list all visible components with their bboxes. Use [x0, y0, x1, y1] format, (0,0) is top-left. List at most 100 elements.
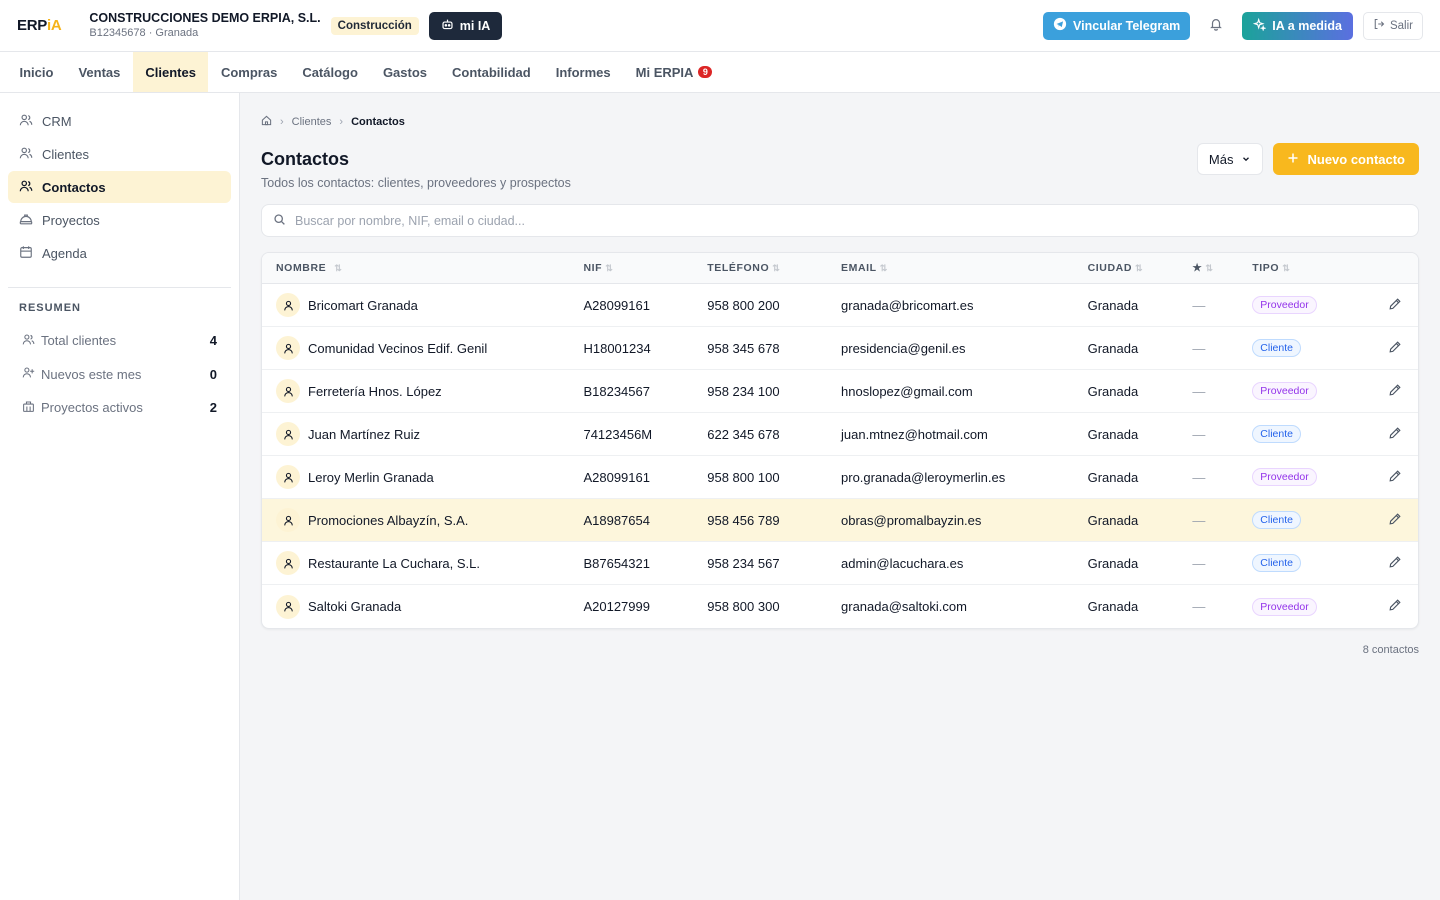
contact-name[interactable]: Ferretería Hnos. López: [308, 384, 442, 399]
plus-icon: [1287, 152, 1299, 167]
tab-contabilidad[interactable]: Contabilidad: [440, 52, 544, 92]
contact-name[interactable]: Juan Martínez Ruiz: [308, 427, 420, 442]
contact-name[interactable]: Promociones Albayzín, S.A.: [308, 513, 468, 528]
edit-button[interactable]: [1372, 426, 1418, 443]
cell-name: Comunidad Vecinos Edif. Genil: [262, 336, 583, 360]
cell-star[interactable]: —: [1192, 599, 1252, 614]
top-header: ERPiA CONSTRUCCIONES DEMO ERPIA, S.L. B1…: [0, 0, 1440, 52]
edit-button[interactable]: [1372, 469, 1418, 486]
contact-name[interactable]: Restaurante La Cuchara, S.L.: [308, 556, 480, 571]
cell-city: Granada: [1087, 555, 1139, 571]
ia-medida-button[interactable]: IA a medida: [1242, 11, 1353, 40]
table-row[interactable]: Restaurante La Cuchara, S.L. B87654321 958…: [262, 542, 1418, 585]
column-header-nif[interactable]: NIF ⇅: [583, 262, 707, 274]
table-row[interactable]: Promociones Albayzín, S.A. A18987654 958 4…: [262, 499, 1418, 542]
tab-catalogo[interactable]: Catálogo: [290, 52, 371, 92]
cell-email: obras@promalbayzin.es: [841, 512, 982, 528]
table-row[interactable]: Ferretería Hnos. López B18234567 958 234 1…: [262, 370, 1418, 413]
edit-button[interactable]: [1372, 383, 1418, 400]
table-row[interactable]: Bricomart Granada A28099161 958 800 200 gra…: [262, 284, 1418, 327]
table-row[interactable]: Leroy Merlin Granada A28099161 958 800 100…: [262, 456, 1418, 499]
edit-button[interactable]: [1372, 340, 1418, 357]
sidebar-divider: [8, 287, 231, 288]
cell-email: juan.mtnez@hotmail.com: [841, 426, 988, 442]
contact-name[interactable]: Bricomart Granada: [308, 298, 418, 313]
table-row[interactable]: Saltoki Granada A20127999 958 800 300 grana…: [262, 585, 1418, 628]
stat-value: 2: [209, 400, 217, 416]
cell-star[interactable]: —: [1192, 513, 1252, 528]
contact-name[interactable]: Leroy Merlin Granada: [308, 470, 434, 485]
type-badge: Cliente: [1252, 339, 1301, 357]
sidebar-item-contactos[interactable]: Contactos: [8, 171, 231, 203]
home-icon[interactable]: [261, 115, 272, 129]
tab-informes[interactable]: Informes: [543, 52, 623, 92]
type-badge: Proveedor: [1252, 597, 1317, 616]
cell-nif: 74123456M: [583, 426, 653, 442]
tab-mi-erpia-label: Mi ERPIA: [635, 64, 694, 80]
users-icon: [19, 179, 33, 196]
more-button[interactable]: Más: [1196, 143, 1264, 175]
edit-button[interactable]: [1372, 598, 1418, 615]
cell-star[interactable]: —: [1192, 298, 1252, 313]
logout-icon: [1373, 18, 1385, 33]
sidebar-item-proyectos[interactable]: Proyectos: [8, 204, 231, 236]
cell-star[interactable]: —: [1192, 384, 1252, 399]
main-nav: Inicio Ventas Clientes Compras Catálogo …: [0, 52, 1440, 93]
sidebar-item-agenda[interactable]: Agenda: [8, 237, 231, 269]
cell-type: Cliente: [1252, 425, 1372, 443]
pencil-icon: [1388, 383, 1402, 400]
column-header-phone[interactable]: TELÉFONO ⇅: [707, 262, 841, 274]
breadcrumb-parent[interactable]: Clientes: [292, 116, 332, 128]
stat-label: Proyectos activos: [41, 400, 143, 416]
tab-clientes[interactable]: Clientes: [132, 52, 209, 92]
cell-star[interactable]: —: [1192, 427, 1252, 442]
person-icon: [276, 422, 300, 446]
notifications-button[interactable]: [1200, 12, 1232, 40]
cell-email: granada@saltoki.com: [841, 599, 967, 614]
column-header-star[interactable]: ★ ⇅: [1192, 262, 1252, 274]
app-logo[interactable]: ERPiA: [17, 17, 62, 34]
chevron-right-icon: ›: [339, 116, 344, 128]
cell-city: Granada: [1087, 599, 1139, 614]
sidebar-item-crm[interactable]: CRM: [8, 105, 231, 137]
cell-city: Granada: [1087, 426, 1139, 442]
type-badge: Cliente: [1252, 554, 1301, 572]
table-row[interactable]: Comunidad Vecinos Edif. Genil H18001234 95…: [262, 327, 1418, 370]
stat-label: Total clientes: [41, 333, 117, 349]
cell-phone: 958 234 567: [707, 555, 780, 571]
sidebar-item-label: Clientes: [42, 146, 89, 162]
contact-name[interactable]: Comunidad Vecinos Edif. Genil: [308, 341, 487, 356]
edit-button[interactable]: [1372, 512, 1418, 529]
telegram-button[interactable]: Vincular Telegram: [1043, 11, 1191, 40]
cell-phone: 958 234 100: [707, 383, 780, 399]
person-icon: [276, 379, 300, 403]
column-header-email[interactable]: EMAIL ⇅: [841, 262, 1088, 274]
search-input[interactable]: [295, 213, 1407, 228]
new-contact-button[interactable]: Nuevo contacto: [1273, 143, 1419, 175]
tab-gastos[interactable]: Gastos: [370, 52, 439, 92]
cell-star[interactable]: —: [1192, 470, 1252, 485]
edit-button[interactable]: [1372, 555, 1418, 572]
sidebar-item-clientes[interactable]: Clientes: [8, 138, 231, 170]
cell-type: Proveedor: [1252, 468, 1372, 486]
cell-star[interactable]: —: [1192, 556, 1252, 571]
cell-name: Promociones Albayzín, S.A.: [262, 508, 583, 532]
tab-compras[interactable]: Compras: [208, 52, 289, 92]
cell-email: granada@bricomart.es: [841, 297, 974, 313]
sort-icon: ⇅: [772, 262, 781, 273]
table-row[interactable]: Juan Martínez Ruiz 74123456M 622 345 678 ju…: [262, 413, 1418, 456]
company-name: CONSTRUCCIONES DEMO ERPIA, S.L.: [89, 10, 321, 25]
tab-mi-erpia[interactable]: Mi ERPIA 9: [623, 52, 725, 92]
tab-inicio[interactable]: Inicio: [7, 52, 66, 92]
column-header-type[interactable]: TIPO ⇅: [1252, 262, 1372, 274]
cell-star[interactable]: —: [1192, 341, 1252, 356]
logout-button[interactable]: Salir: [1362, 11, 1423, 40]
mi-ia-button[interactable]: mi IA: [428, 11, 503, 40]
tab-ventas[interactable]: Ventas: [66, 52, 133, 92]
column-header-city[interactable]: CIUDAD ⇅: [1088, 262, 1193, 274]
column-header-name[interactable]: NOMBRE ⇅: [262, 262, 583, 274]
sparkles-icon: [1253, 17, 1267, 34]
notification-count-badge: 9: [698, 66, 713, 78]
contact-name[interactable]: Saltoki Granada: [308, 599, 401, 614]
edit-button[interactable]: [1372, 297, 1418, 314]
